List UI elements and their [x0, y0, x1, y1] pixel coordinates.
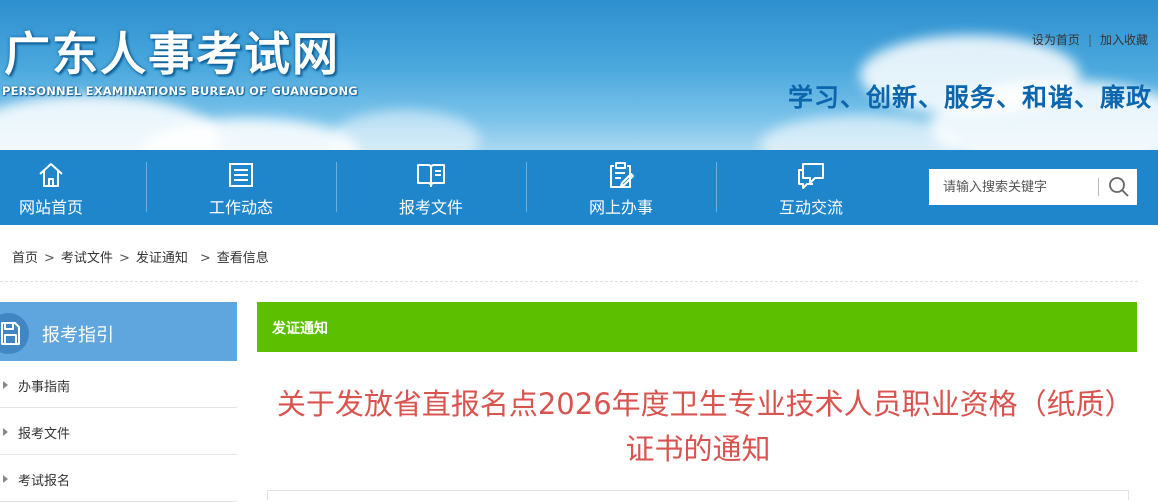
nav-item-interaction[interactable]: 互动交流 — [716, 150, 906, 225]
breadcrumb-cert-notice[interactable]: 发证通知 — [136, 251, 188, 266]
sidebar-item-label: 报考文件 — [18, 427, 71, 442]
breadcrumb-home[interactable]: 首页 — [12, 251, 38, 266]
nav-label-interaction: 互动交流 — [778, 198, 843, 217]
section-header: 发证通知 — [257, 302, 1137, 352]
breadcrumb-separator: > — [199, 251, 211, 266]
caret-right-icon — [3, 381, 8, 389]
search-input[interactable] — [929, 169, 1103, 205]
search-icon[interactable] — [1103, 171, 1135, 203]
breadcrumb: 首页 > 考试文件 > 发证通知 > 查看信息 — [12, 247, 269, 266]
add-favorite-link[interactable]: 加入收藏 — [1100, 33, 1148, 47]
sidebar-item-guide[interactable]: 办事指南 — [0, 361, 237, 408]
caret-right-icon — [3, 475, 8, 483]
sidebar-badge — [0, 313, 29, 354]
breadcrumb-separator: > — [118, 251, 130, 266]
book-icon — [417, 164, 445, 187]
news-icon — [229, 163, 253, 187]
site-logo-title: 广东人事考试网 — [4, 27, 340, 81]
nav-label-news: 工作动态 — [208, 198, 273, 217]
breadcrumb-exam-docs[interactable]: 考试文件 — [61, 251, 113, 266]
search-box — [929, 169, 1137, 205]
breadcrumb-separator: > — [44, 251, 55, 266]
header-banner: 广东人事考试网 PERSONNEL EXAMINATIONS BUREAU OF… — [0, 0, 1158, 150]
set-homepage-link[interactable]: 设为首页 — [1032, 33, 1080, 47]
caret-right-icon — [3, 428, 8, 436]
nav-label-online-service: 网上办事 — [588, 198, 653, 217]
slogan: 学习、创新、服务、和谐、廉政 — [787, 83, 1152, 112]
sidebar-header: 报考指引 — [0, 302, 237, 361]
nav-item-home[interactable]: 网站首页 — [0, 150, 146, 225]
sidebar-item-label: 办事指南 — [18, 380, 71, 395]
breadcrumb-divider — [0, 281, 1138, 282]
nav-item-exam-docs[interactable]: 报考文件 — [336, 150, 526, 225]
top-links: 设为首页 | 加入收藏 — [1032, 31, 1148, 48]
article-title: 关于发放省直报名点2026年度卫生专业技术人员职业资格（纸质）证书的通知 — [276, 387, 1120, 466]
section-title: 发证通知 — [272, 321, 328, 337]
search-separator — [1098, 178, 1099, 196]
top-links-separator: | — [1087, 33, 1092, 47]
nav-label-exam-docs: 报考文件 — [398, 198, 463, 217]
nav-item-online-service[interactable]: 网上办事 — [526, 150, 716, 225]
sidebar-item-registration[interactable]: 考试报名 — [0, 455, 237, 502]
home-icon — [39, 163, 63, 187]
nav-item-news[interactable]: 工作动态 — [146, 150, 336, 225]
sidebar-title: 报考指引 — [42, 325, 114, 346]
site-logo-subtitle: PERSONNEL EXAMINATIONS BUREAU OF GUANGDO… — [2, 84, 358, 98]
edit-document-icon — [610, 162, 634, 188]
sidebar-item-exam-docs[interactable]: 报考文件 — [0, 408, 237, 455]
save-disk-icon — [1, 322, 20, 345]
sidebar-item-label: 考试报名 — [18, 474, 71, 489]
nav-label-home: 网站首页 — [18, 198, 83, 217]
chat-icon — [798, 163, 824, 189]
breadcrumb-current: 查看信息 — [216, 251, 269, 266]
